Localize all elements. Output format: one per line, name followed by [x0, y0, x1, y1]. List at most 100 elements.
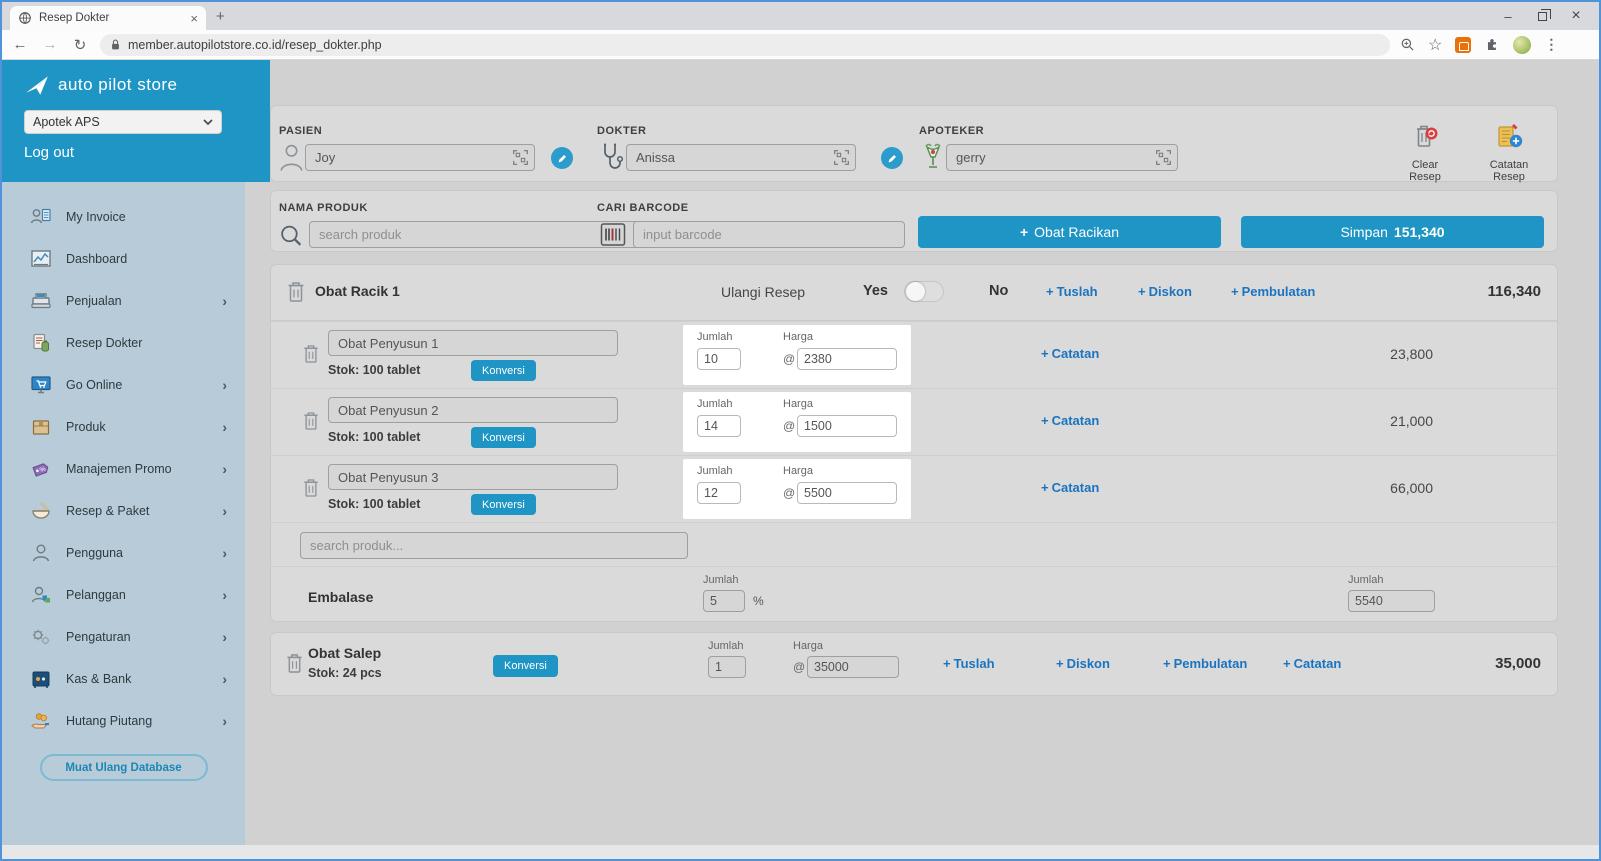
konversi-button[interactable]: Konversi — [493, 655, 558, 677]
harga-input[interactable] — [797, 482, 897, 504]
salep-jumlah-input[interactable] — [708, 656, 746, 678]
window-restore-button[interactable] — [1525, 9, 1559, 24]
at-sign: @ — [783, 419, 795, 433]
jumlah-input[interactable] — [697, 348, 741, 370]
url-bar[interactable]: member.autopilotstore.co.id/resep_dokter… — [100, 34, 1390, 56]
menu-dots-icon[interactable]: ⋮ — [1544, 36, 1558, 53]
browser-tab[interactable]: Resep Dokter × — [10, 6, 206, 30]
pencil-icon — [557, 153, 568, 164]
delete-racik-button[interactable] — [287, 281, 305, 306]
toggle-no-label: No — [989, 283, 1008, 299]
delete-salep-button[interactable] — [286, 653, 303, 677]
dokter-input[interactable] — [626, 144, 856, 171]
plus-icon: + — [1046, 284, 1054, 299]
sidebar-item-kas-bank[interactable]: Kas & Bank › — [2, 658, 245, 700]
ulangi-resep-label: Ulangi Resep — [721, 284, 805, 300]
sidebar-item-label: Resep Dokter — [66, 336, 142, 350]
harga-input[interactable] — [797, 415, 897, 437]
harga-label: Harga — [783, 398, 813, 410]
extension-orange-icon[interactable] — [1455, 37, 1471, 53]
racik-pembulatan-link[interactable]: +Pembulatan — [1231, 284, 1315, 299]
sidebar-item-penjualan[interactable]: Penjualan › — [2, 280, 245, 322]
ulangi-resep-toggle[interactable] — [904, 281, 944, 302]
salep-pembulatan-link[interactable]: +Pembulatan — [1163, 656, 1247, 671]
konversi-button[interactable]: Konversi — [471, 427, 536, 448]
reload-button[interactable]: ↻ — [70, 36, 90, 54]
jumlah-input[interactable] — [697, 415, 741, 437]
sidebar-item-pengguna[interactable]: Pengguna › — [2, 532, 245, 574]
extensions-puzzle-icon[interactable] — [1484, 37, 1500, 53]
hand-coins-icon — [28, 709, 54, 733]
sidebar-item-hutang-piutang[interactable]: Hutang Piutang › — [2, 700, 245, 742]
delete-ingredient-button[interactable] — [303, 411, 319, 434]
pasien-input[interactable] — [305, 144, 535, 171]
sidebar-item-my-invoice[interactable]: My Invoice — [2, 196, 245, 238]
plus-icon: + — [1041, 480, 1049, 495]
bookmark-star-icon[interactable]: ☆ — [1428, 35, 1442, 55]
new-tab-button[interactable]: + — [216, 8, 225, 25]
add-ingredient-search-input[interactable] — [300, 532, 688, 559]
apoteker-input[interactable] — [946, 144, 1178, 171]
window-minimize-button[interactable]: – — [1491, 9, 1525, 24]
qr-scan-icon[interactable] — [1155, 149, 1172, 166]
chevron-right-icon: › — [222, 587, 227, 603]
zoom-icon[interactable] — [1400, 37, 1415, 52]
embalase-amount-input[interactable] — [1348, 590, 1435, 612]
sidebar-item-manajemen-promo[interactable]: % Manajemen Promo › — [2, 448, 245, 490]
sidebar-item-pengaturan[interactable]: Pengaturan › — [2, 616, 245, 658]
sidebar-item-resep-paket[interactable]: Resep & Paket › — [2, 490, 245, 532]
delete-ingredient-button[interactable] — [303, 344, 319, 367]
sidebar-item-go-online[interactable]: Go Online › — [2, 364, 245, 406]
ingredient-name-input[interactable] — [328, 397, 618, 423]
tab-close-icon[interactable]: × — [190, 12, 198, 25]
obat-racikan-button[interactable]: + Obat Racikan — [918, 216, 1221, 248]
harga-input[interactable] — [797, 348, 897, 370]
racik-tuslah-link[interactable]: +Tuslah — [1046, 284, 1098, 299]
ingredient-name-input[interactable] — [328, 464, 618, 490]
sidebar-item-label: Resep & Paket — [66, 504, 149, 518]
window-close-button[interactable]: × — [1559, 7, 1593, 25]
racik-diskon-link[interactable]: +Diskon — [1138, 284, 1192, 299]
reload-database-button[interactable]: Muat Ulang Database — [40, 754, 208, 781]
sidebar-item-label: Manajemen Promo — [66, 462, 172, 476]
delete-ingredient-button[interactable] — [303, 478, 319, 501]
sidebar-item-label: Go Online — [66, 378, 122, 392]
pasien-edit-button[interactable] — [551, 147, 573, 169]
nama-produk-label: NAMA PRODUK — [279, 202, 368, 214]
store-selector[interactable]: Apotek APS — [24, 110, 222, 134]
sidebar-item-produk[interactable]: Produk › — [2, 406, 245, 448]
back-button[interactable]: ← — [10, 36, 30, 53]
trash-icon — [287, 281, 305, 303]
obat-salep-card: Obat Salep Stok: 24 pcs Konversi Jumlah … — [270, 632, 1558, 696]
plus-icon: + — [1041, 346, 1049, 361]
konversi-button[interactable]: Konversi — [471, 360, 536, 381]
profile-avatar[interactable] — [1513, 36, 1531, 54]
clear-resep-button[interactable]: Clear Resep — [1397, 120, 1453, 183]
ingredient-catatan-link[interactable]: +Catatan — [1041, 413, 1099, 428]
obat-racik-card: Obat Racik 1 Ulangi Resep Yes No +Tuslah… — [270, 264, 1558, 622]
simpan-button[interactable]: Simpan 151,340 — [1241, 216, 1544, 248]
salep-name: Obat Salep — [308, 645, 381, 661]
dokter-edit-button[interactable] — [881, 147, 903, 169]
catatan-resep-button[interactable]: Catatan Resep — [1473, 120, 1545, 183]
barcode-input[interactable] — [633, 221, 905, 248]
salep-harga-input[interactable] — [807, 656, 899, 678]
logout-link[interactable]: Log out — [24, 144, 270, 161]
ingredient-name-input[interactable] — [328, 330, 618, 356]
salep-catatan-link[interactable]: +Catatan — [1283, 656, 1341, 671]
jumlah-input[interactable] — [697, 482, 741, 504]
sidebar-item-resep-dokter[interactable]: Resep Dokter — [2, 322, 245, 364]
embalase-row: Embalase Jumlah % Jumlah — [271, 566, 1557, 623]
konversi-button[interactable]: Konversi — [471, 494, 536, 515]
apoteker-label: APOTEKER — [919, 125, 984, 137]
ingredient-catatan-link[interactable]: +Catatan — [1041, 480, 1099, 495]
plus-icon: + — [943, 656, 951, 671]
qr-scan-icon[interactable] — [512, 149, 529, 166]
qr-scan-icon[interactable] — [833, 149, 850, 166]
sidebar-item-pelanggan[interactable]: Pelanggan › — [2, 574, 245, 616]
salep-diskon-link[interactable]: +Diskon — [1056, 656, 1110, 671]
salep-tuslah-link[interactable]: +Tuslah — [943, 656, 995, 671]
embalase-percent-input[interactable] — [703, 590, 745, 612]
sidebar-item-dashboard[interactable]: Dashboard — [2, 238, 245, 280]
ingredient-catatan-link[interactable]: +Catatan — [1041, 346, 1099, 361]
